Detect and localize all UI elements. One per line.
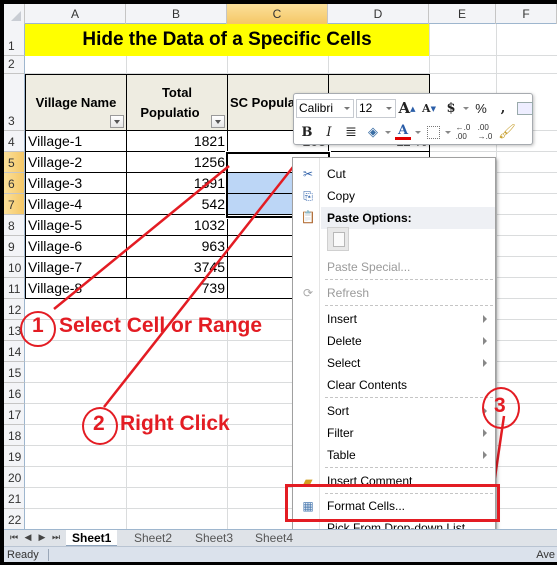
menu-item-table[interactable]: Table [293,444,495,466]
comma-icon: , [500,100,506,116]
currency-icon: $ [446,100,456,116]
submenu-arrow-icon [483,315,487,323]
menu-item-select-label: Select [327,356,361,370]
status-separator [48,549,49,561]
menu-item-refresh[interactable]: ⟳ Refresh [293,282,495,304]
menu-item-cut[interactable]: ✂ Cut [293,163,495,185]
increase-decimal-icon: ←.0.00 [455,123,471,141]
center-align-button[interactable]: ≣ [340,122,362,142]
menu-item-cut-label: Cut [327,167,346,181]
font-color-icon: A [397,122,409,138]
shrink-font-icon: A [422,101,431,115]
menu-item-copy-label: Copy [327,189,356,203]
font-name-value: Calibri [299,100,334,115]
menu-item-insert[interactable]: Insert [293,308,495,330]
italic-icon: I [326,124,332,140]
menu-item-delete-label: Delete [327,334,362,348]
format-painter-button[interactable]: 🖌 [496,122,518,142]
bold-icon: B [301,124,313,140]
prev-sheet-icon[interactable]: ◀ [21,531,35,546]
font-color-dropdown[interactable] [414,122,422,142]
step1-label: Select Cell or Range [59,314,263,337]
menu-item-filter-label: Filter [327,426,354,440]
bold-button[interactable]: B [296,122,318,142]
font-color-button[interactable]: A [392,122,414,142]
excel-window: A B C D E F 1 2 3 4 5 6 7 8 9 10 11 12 13 14 15 16 17 18 1… [4,4,557,562]
font-color-swatch [395,136,411,140]
sheet-tab-4[interactable]: Sheet4 [249,530,299,546]
font-name-combo[interactable]: Calibri [296,98,354,118]
comma-style-button[interactable]: , [492,98,514,118]
sheet-tab-bar: ⏮ ◀ ▶ ⏭ Sheet1 Sheet2 Sheet3 Sheet4 [4,529,557,546]
menu-item-paste-special[interactable]: Paste Special... [293,256,495,278]
menu-separator [325,467,493,468]
submenu-arrow-icon [483,337,487,345]
menu-item-sort[interactable]: Sort [293,400,495,422]
merge-cells-icon [517,101,533,115]
menu-item-clear-contents[interactable]: Clear Contents [293,374,495,396]
submenu-arrow-icon [483,451,487,459]
step2-label: Right Click [120,412,230,435]
menu-item-copy[interactable]: ⎘ Copy [293,185,495,207]
currency-button[interactable]: $ [440,98,462,118]
borders-icon [426,125,440,139]
sheet-tab-1[interactable]: Sheet1 [66,530,118,546]
refresh-icon: ⟳ [302,286,314,300]
percent-button[interactable]: % [470,98,492,118]
menu-item-insert-label: Insert [327,312,358,326]
fill-color-button[interactable]: ◈ [362,122,384,142]
decrease-decimal-button[interactable]: .00 →.0 [474,122,496,142]
format-painter-icon: 🖌 [498,124,516,140]
menu-item-sort-label: Sort [327,404,350,418]
submenu-arrow-icon [483,359,487,367]
shrink-font-button[interactable]: A ▼ [418,98,440,118]
last-sheet-icon[interactable]: ⏭ [49,531,63,546]
status-bar: Ready Ave [4,546,557,562]
menu-separator [325,305,493,306]
italic-button[interactable]: I [318,122,340,142]
menu-item-refresh-label: Refresh [327,286,370,300]
decrease-decimal-icon: .00 →.0 [477,123,493,141]
step3-number: 3 [494,394,506,417]
menu-separator [325,279,493,280]
fill-color-dropdown[interactable] [384,122,392,142]
align-center-icon: ≣ [345,124,357,140]
paste-option-button[interactable] [327,227,349,251]
mini-toolbar: Calibri 12 A ▲ A ▼ $ % , B I ≣ ◈ A ←.0.00 … [293,93,533,145]
borders-dropdown[interactable] [444,122,452,142]
menu-item-delete[interactable]: Delete [293,330,495,352]
currency-dropdown[interactable] [462,98,470,118]
borders-button[interactable] [422,122,444,142]
pointer-line-2 [103,166,294,408]
chevron-down-icon [344,106,350,110]
font-size-combo[interactable]: 12 [356,98,396,118]
sheet-tab-3[interactable]: Sheet3 [189,530,239,546]
scissors-icon: ✂ [302,167,314,181]
increase-decimal-button[interactable]: ←.0.00 [452,122,474,142]
menu-item-filter[interactable]: Filter [293,422,495,444]
copy-icon: ⎘ [303,189,313,203]
submenu-arrow-icon [483,429,487,437]
font-size-value: 12 [359,100,373,115]
step1-number: 1 [32,314,44,337]
grow-font-button[interactable]: A ▲ [396,98,418,118]
menu-item-table-label: Table [327,448,356,462]
paste-options-header: Paste Options: [321,207,495,229]
merge-center-button[interactable] [514,98,536,118]
menu-item-select[interactable]: Select [293,352,495,374]
format-cells-highlight-box [285,484,500,522]
chevron-down-icon [386,106,392,110]
status-ready: Ready [7,549,39,561]
menu-separator [325,397,493,398]
sheet-tab-2[interactable]: Sheet2 [128,530,178,546]
clipboard-icon: 📋 [300,210,316,224]
paint-bucket-icon: ◈ [368,124,378,140]
pointer-line-1 [53,165,230,310]
first-sheet-icon[interactable]: ⏮ [7,531,21,546]
next-sheet-icon[interactable]: ▶ [35,531,49,546]
grow-font-icon: A [398,99,411,117]
step2-number: 2 [93,412,105,435]
percent-icon: % [475,100,487,116]
status-average: Ave [536,549,555,561]
